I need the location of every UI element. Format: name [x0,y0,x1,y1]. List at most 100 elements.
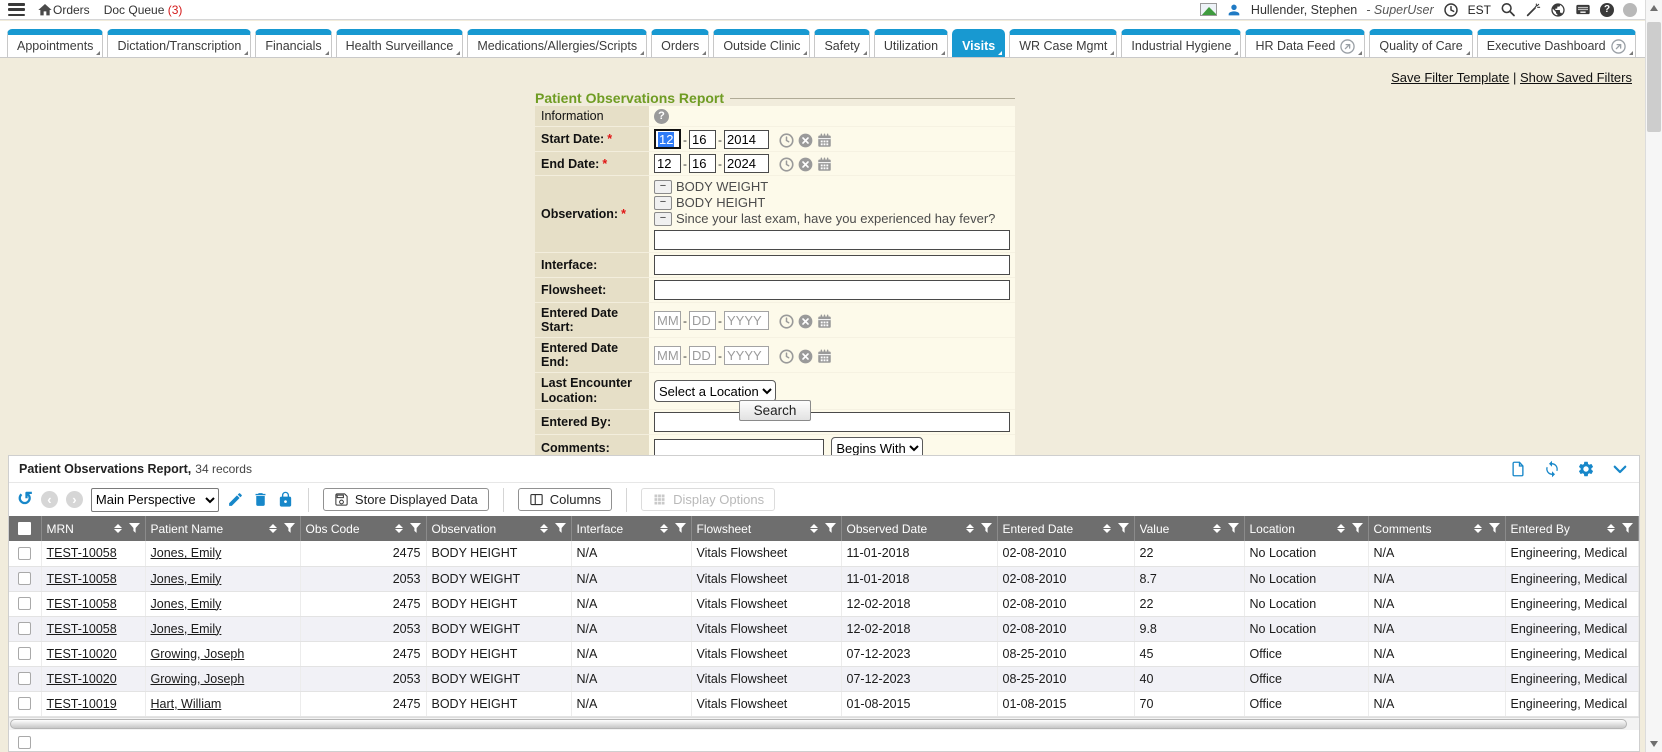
sort-icon[interactable] [810,524,818,533]
row-checkbox[interactable] [18,672,31,685]
grid-horizontal-scrollbar[interactable] [9,717,1639,730]
filter-funnel-icon[interactable] [825,523,836,534]
tab-quality-of-care[interactable]: Quality of Care [1369,29,1472,57]
reset-perspective-icon[interactable]: ↺ [17,490,33,509]
save-filter-template-link[interactable]: Save Filter Template [1391,70,1509,85]
tab-medications-allergies-scripts[interactable]: Medications/Allergies/Scripts [467,29,647,57]
tab-visits[interactable]: Visits [952,29,1005,57]
row-checkbox[interactable] [18,647,31,660]
tab-appointments[interactable]: Appointments [7,29,103,57]
row-checkbox[interactable] [18,547,31,560]
start-date-day-input[interactable] [689,130,716,149]
end-date-year-input[interactable] [724,154,769,173]
end-date-day-input[interactable] [689,154,716,173]
store-displayed-data-button[interactable]: Store Displayed Data [323,488,489,511]
sort-icon[interactable] [1607,524,1615,533]
tab-health-surveillance[interactable]: Health Surveillance [336,29,464,57]
tab-orders[interactable]: Orders [651,29,709,57]
filter-funnel-icon[interactable] [1622,523,1633,534]
row-checkbox[interactable] [18,736,31,749]
patient-name-link[interactable]: Jones, Emily [151,597,222,611]
flowsheet-input[interactable] [654,280,1010,300]
mrn-link[interactable]: TEST-10058 [47,622,117,636]
start-date-year-input[interactable] [724,130,769,149]
columns-button[interactable]: Columns [518,488,612,511]
sort-icon[interactable] [269,524,277,533]
search-button[interactable]: Search [739,400,812,421]
mrn-link[interactable]: TEST-10019 [47,697,117,711]
observation-search-input[interactable] [654,230,1010,250]
filter-funnel-icon[interactable] [1489,523,1500,534]
collapse-chevron-icon[interactable] [1611,460,1629,478]
sort-icon[interactable] [1474,524,1482,533]
edit-perspective-icon[interactable] [227,491,244,508]
patient-name-link[interactable]: Growing, Joseph [151,647,245,661]
filter-funnel-icon[interactable] [981,523,992,534]
time-picker-icon[interactable] [779,314,794,329]
filter-funnel-icon[interactable] [284,523,295,534]
sort-icon[interactable] [1213,524,1221,533]
help-icon[interactable]: ? [1600,3,1614,17]
show-saved-filters-link[interactable]: Show Saved Filters [1520,70,1632,85]
previous-perspective-icon[interactable]: ‹ [41,491,58,508]
next-perspective-icon[interactable]: › [66,491,83,508]
sort-icon[interactable] [114,524,122,533]
sort-icon[interactable] [1103,524,1111,533]
remove-observation-button[interactable]: − [654,212,672,226]
globe-icon[interactable] [1550,2,1566,18]
filter-funnel-icon[interactable] [555,523,566,534]
clear-date-icon[interactable] [798,349,813,364]
tab-dictation-transcription[interactable]: Dictation/Transcription [107,29,251,57]
patient-name-link[interactable]: Jones, Emily [151,572,222,586]
tab-utilization[interactable]: Utilization [874,29,948,57]
entered-date-end-year-input[interactable] [724,346,769,365]
export-document-icon[interactable] [1509,460,1527,478]
row-checkbox[interactable] [18,622,31,635]
time-picker-icon[interactable] [779,157,794,172]
time-picker-icon[interactable] [779,349,794,364]
delete-perspective-icon[interactable] [252,491,269,508]
information-help-icon[interactable]: ? [654,109,669,124]
filter-funnel-icon[interactable] [675,523,686,534]
patient-name-link[interactable]: Hart, William [151,697,222,711]
tab-wr-case-mgmt[interactable]: WR Case Mgmt [1009,29,1117,57]
mrn-link[interactable]: TEST-10058 [47,597,117,611]
calendar-icon[interactable] [817,157,832,172]
tab-outside-clinic[interactable]: Outside Clinic [713,29,810,57]
row-checkbox[interactable] [18,572,31,585]
row-checkbox[interactable] [18,597,31,610]
filter-funnel-icon[interactable] [1118,523,1129,534]
select-all-checkbox[interactable] [18,522,31,535]
entered-date-start-year-input[interactable] [724,311,769,330]
scrollbar-thumb[interactable] [1647,22,1661,132]
filter-funnel-icon[interactable] [410,523,421,534]
scroll-up-arrow-icon[interactable] [1650,5,1658,11]
clear-date-icon[interactable] [798,157,813,172]
end-date-month-input[interactable] [654,154,681,173]
screenshot-icon[interactable] [1200,3,1217,16]
patient-name-link[interactable]: Jones, Emily [151,546,222,560]
sort-icon[interactable] [966,524,974,533]
entered-date-end-month-input[interactable] [654,346,681,365]
calendar-icon[interactable] [817,133,832,148]
wand-icon[interactable] [1525,2,1541,18]
row-checkbox[interactable] [18,697,31,710]
mrn-link[interactable]: TEST-10058 [47,546,117,560]
sort-icon[interactable] [540,524,548,533]
remove-observation-button[interactable]: − [654,196,672,210]
entered-date-start-day-input[interactable] [689,311,716,330]
mrn-link[interactable]: TEST-10058 [47,572,117,586]
filter-funnel-icon[interactable] [1352,523,1363,534]
entered-date-start-month-input[interactable] [654,311,681,330]
clear-date-icon[interactable] [798,133,813,148]
entered-date-end-day-input[interactable] [689,346,716,365]
sort-icon[interactable] [1337,524,1345,533]
search-icon[interactable] [1500,2,1516,18]
start-date-month-input[interactable]: 12 [654,129,681,149]
topnav-doc-queue[interactable]: Doc Queue (3) [104,3,183,17]
calendar-icon[interactable] [817,349,832,364]
settings-gear-icon[interactable] [1577,460,1595,478]
mrn-link[interactable]: TEST-10020 [47,672,117,686]
patient-name-link[interactable]: Growing, Joseph [151,672,245,686]
perspective-select[interactable]: Main Perspective [91,488,219,512]
